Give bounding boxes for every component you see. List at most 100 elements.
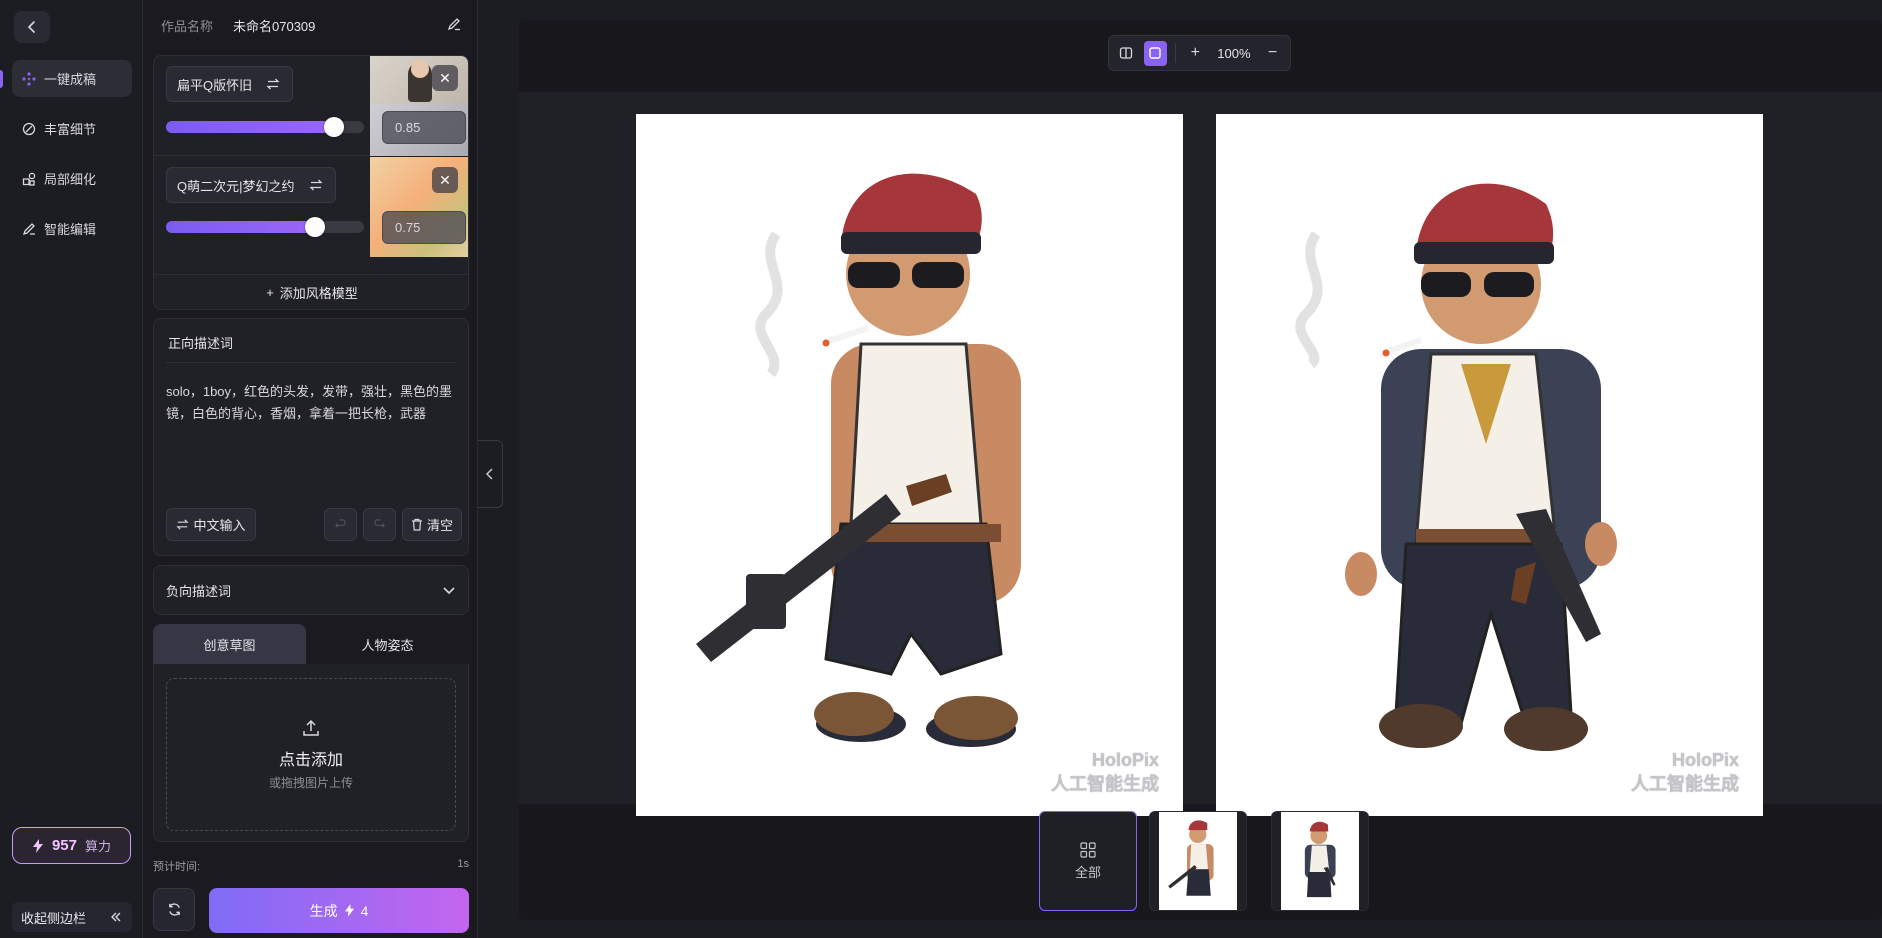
watermark-line-1: HoloPix bbox=[1671, 750, 1739, 770]
compare-view-button[interactable] bbox=[1115, 41, 1138, 66]
nav-item-label: 智能编辑 bbox=[44, 222, 97, 237]
character-thumbnail bbox=[1304, 821, 1336, 898]
positive-prompt-header: 正向描述词 bbox=[168, 336, 234, 351]
watermark: HoloPix 人工智能生成 bbox=[1051, 748, 1159, 796]
estimated-time-value: 1s bbox=[457, 858, 469, 870]
style-model-select[interactable]: 扁平Q版怀旧 bbox=[166, 66, 294, 102]
slider-handle[interactable] bbox=[304, 217, 325, 237]
zoom-out-button[interactable]: − bbox=[1261, 41, 1284, 66]
generate-button[interactable]: 生成 4 bbox=[209, 888, 469, 933]
watermark-line-1: HoloPix bbox=[1091, 750, 1159, 770]
back-button[interactable] bbox=[14, 11, 50, 43]
minus-icon: − bbox=[1267, 44, 1278, 61]
slider-fill bbox=[166, 121, 335, 133]
add-style-model-button[interactable]: + 添加风格模型 bbox=[154, 274, 468, 309]
style-weight-slider[interactable] bbox=[166, 117, 364, 137]
nav-item-one-click[interactable]: 一键成稿 bbox=[12, 60, 132, 97]
style-model-name: 扁平Q版怀旧 bbox=[177, 77, 253, 93]
negative-prompt-collapsible[interactable]: 负向描述词 bbox=[153, 565, 469, 615]
lightning-icon bbox=[32, 838, 43, 853]
palette-icon bbox=[21, 121, 37, 137]
estimated-time-label: 预计时间: bbox=[153, 861, 201, 873]
credits-unit: 算力 bbox=[85, 839, 112, 854]
style-model-select[interactable]: Q萌二次元|梦幻之约 bbox=[166, 167, 336, 203]
generated-image[interactable]: HoloPix 人工智能生成 bbox=[636, 114, 1183, 816]
zoom-level: 100% bbox=[1217, 45, 1251, 61]
work-name-value: 未命名070309 bbox=[233, 19, 316, 34]
image-viewer: + 100% − HoloPix 人工智能生成 HoloPix 人工智能生成 全… bbox=[519, 20, 1882, 920]
thumbnail-image bbox=[1159, 812, 1237, 910]
filmstrip-all-button[interactable]: 全部 bbox=[1039, 811, 1137, 911]
nav-item-smart-edit[interactable]: 智能编辑 bbox=[12, 210, 132, 247]
double-chevron-left-icon bbox=[111, 912, 121, 922]
chevron-left-icon bbox=[27, 21, 35, 33]
style-weight-value[interactable]: 0.85 bbox=[382, 111, 466, 144]
filmstrip-all-label: 全部 bbox=[1074, 864, 1101, 880]
nav-item-local-refine[interactable]: 局部细化 bbox=[12, 160, 132, 197]
zoom-in-button[interactable]: + bbox=[1184, 41, 1207, 66]
tab-creative-sketch[interactable]: 创意草图 bbox=[153, 624, 306, 664]
remove-style-model-button[interactable]: ✕ bbox=[432, 65, 458, 91]
edit-name-icon[interactable] bbox=[447, 17, 461, 34]
nav-item-rich-detail[interactable]: 丰富细节 bbox=[12, 110, 132, 147]
generated-image[interactable]: HoloPix 人工智能生成 bbox=[1216, 114, 1763, 816]
credits-value: 957 bbox=[51, 837, 77, 854]
redo-icon bbox=[374, 519, 385, 528]
character-illustration bbox=[1295, 183, 1617, 751]
estimated-time: 预计时间: 1s bbox=[153, 858, 469, 874]
undo-icon bbox=[335, 519, 346, 528]
watermark-line-2: 人工智能生成 bbox=[1051, 774, 1159, 794]
toolbar-divider bbox=[1174, 43, 1176, 63]
negative-prompt-header: 负向描述词 bbox=[166, 583, 232, 599]
work-name-label: 作品名称 bbox=[161, 19, 214, 34]
close-icon: ✕ bbox=[439, 171, 451, 188]
style-model-row: 扁平Q版怀旧 ✕ 0.85 bbox=[154, 56, 468, 156]
add-style-model-label: 添加风格模型 bbox=[279, 286, 358, 301]
clear-button[interactable]: 清空 bbox=[402, 508, 462, 541]
left-nav-rail: 一键成稿 丰富细节 局部细化 智能编辑 957 算力 收起侧边栏 bbox=[0, 0, 143, 938]
close-icon: ✕ bbox=[439, 69, 451, 86]
upload-title: 点击添加 bbox=[278, 752, 343, 769]
generate-cost: 4 bbox=[360, 902, 369, 919]
tab-character-pose[interactable]: 人物姿态 bbox=[311, 624, 464, 664]
redo-button[interactable] bbox=[363, 508, 396, 541]
chinese-input-label: 中文输入 bbox=[193, 518, 246, 533]
collapse-sidebar-label: 收起侧边栏 bbox=[21, 910, 87, 926]
collapse-sidebar-button[interactable]: 收起侧边栏 bbox=[12, 902, 132, 932]
filmstrip-thumbnail[interactable] bbox=[1271, 811, 1369, 911]
generate-label: 生成 bbox=[309, 902, 338, 919]
chinese-input-button[interactable]: 中文输入 bbox=[166, 508, 256, 541]
upload-subtitle: 或拖拽图片上传 bbox=[268, 776, 353, 790]
upload-dropzone[interactable]: 点击添加 或拖拽图片上传 bbox=[166, 678, 456, 831]
chevron-down-icon bbox=[443, 587, 455, 595]
chevron-left-icon bbox=[485, 468, 493, 480]
thumbnail-face bbox=[411, 60, 429, 78]
credits-badge[interactable]: 957 算力 bbox=[12, 827, 131, 864]
sparkle-icon bbox=[21, 71, 37, 87]
style-weight-value[interactable]: 0.75 bbox=[382, 211, 466, 244]
clear-label: 清空 bbox=[426, 518, 453, 533]
nav-item-label: 局部细化 bbox=[44, 172, 97, 187]
swap-icon bbox=[176, 519, 190, 530]
slider-handle[interactable] bbox=[324, 117, 345, 137]
plus-icon: + bbox=[1190, 44, 1200, 61]
pen-icon bbox=[21, 221, 37, 237]
grid-icon bbox=[1080, 841, 1096, 858]
filmstrip-thumbnail[interactable] bbox=[1149, 811, 1247, 911]
panel-collapse-toggle[interactable] bbox=[478, 440, 503, 508]
swap-icon bbox=[308, 179, 323, 191]
style-weight-slider[interactable] bbox=[166, 217, 364, 237]
reset-button[interactable] bbox=[153, 888, 195, 931]
reference-tabs: 创意草图 人物姿态 bbox=[153, 624, 469, 664]
trash-icon bbox=[411, 518, 422, 531]
positive-prompt-textarea[interactable]: solo，1boy，红色的头发，发带，强壮，黑色的墨镜，白色的背心，香烟，拿着一… bbox=[166, 381, 462, 425]
undo-button[interactable] bbox=[324, 508, 357, 541]
watermark-line-2: 人工智能生成 bbox=[1631, 774, 1739, 794]
split-view-icon bbox=[1120, 47, 1133, 59]
character-illustration bbox=[696, 173, 1021, 747]
single-view-button[interactable] bbox=[1143, 40, 1167, 66]
character-thumbnail bbox=[1168, 820, 1214, 896]
nav-item-label: 丰富细节 bbox=[44, 122, 97, 137]
lightning-icon bbox=[344, 904, 354, 917]
remove-style-model-button[interactable]: ✕ bbox=[432, 167, 458, 193]
